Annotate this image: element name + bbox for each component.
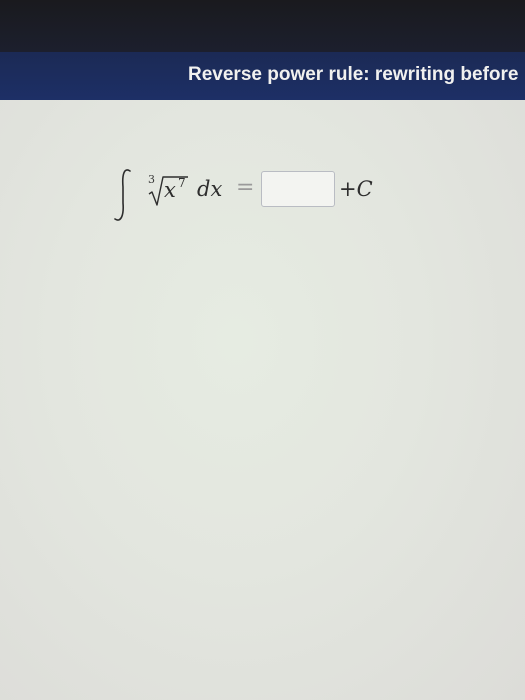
differential: dx bbox=[197, 177, 223, 201]
exercise-content: 3 x 7 dx = +C bbox=[0, 100, 525, 700]
page-title: Reverse power rule: rewriting before bbox=[188, 64, 519, 85]
answer-input[interactable] bbox=[261, 171, 335, 207]
integral-problem: 3 x 7 dx = +C bbox=[0, 100, 525, 260]
screen: Reverse power rule: rewriting before 3 x… bbox=[0, 0, 525, 700]
integrand-variable: x bbox=[164, 178, 176, 202]
constant-letter: C bbox=[356, 177, 373, 201]
plus-sign: + bbox=[339, 177, 357, 201]
integration-constant: +C bbox=[339, 177, 373, 201]
equals-sign: = bbox=[236, 175, 255, 200]
integral-sign-icon bbox=[114, 169, 131, 221]
integrand-exponent: 7 bbox=[178, 176, 186, 190]
exercise-header: Reverse power rule: rewriting before bbox=[0, 52, 525, 100]
screen-bezel bbox=[0, 0, 525, 60]
root-index: 3 bbox=[148, 173, 155, 186]
